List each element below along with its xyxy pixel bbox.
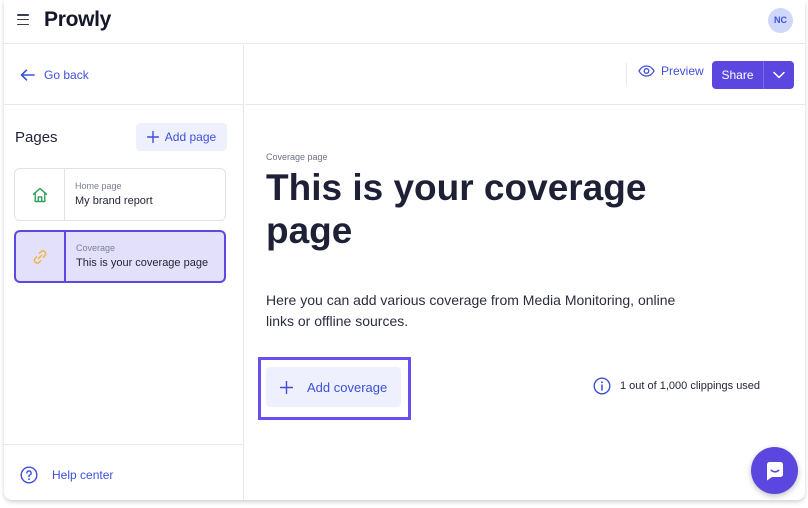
arrow-left-icon <box>20 69 35 81</box>
app-window: Prowly NC Go back Pages Add page Home pa… <box>4 0 805 500</box>
add-page-button[interactable]: Add page <box>136 123 227 151</box>
question-circle-icon <box>20 466 38 484</box>
user-avatar[interactable]: NC <box>768 8 793 33</box>
add-coverage-label: Add coverage <box>307 379 388 395</box>
page-kind: Coverage <box>76 243 116 253</box>
main-header: Preview Share <box>245 45 805 105</box>
chat-bubble-icon <box>766 461 783 480</box>
hamburger-menu-icon[interactable] <box>17 14 29 26</box>
divider <box>4 104 244 105</box>
clippings-usage: 1 out of 1,000 clippings used <box>593 377 760 395</box>
page-name: My brand report <box>75 195 153 207</box>
share-button-group: Share <box>712 61 794 89</box>
eye-icon <box>638 65 655 77</box>
info-icon[interactable] <box>593 377 611 395</box>
app-logo[interactable]: Prowly <box>44 8 111 32</box>
plus-icon <box>146 131 159 143</box>
home-icon <box>32 187 47 202</box>
preview-button[interactable]: Preview <box>638 64 704 78</box>
share-button[interactable]: Share <box>712 68 763 82</box>
sidebar: Go back Pages Add page Home page My bran… <box>4 45 244 500</box>
page-kind: Home page <box>75 181 122 191</box>
page-card-coverage[interactable]: Coverage This is your coverage page <box>14 230 226 283</box>
page-name: This is your coverage page <box>76 257 209 269</box>
page-description: Here you can add various coverage from M… <box>266 292 676 329</box>
pages-heading: Pages <box>15 129 58 146</box>
divider <box>626 63 627 85</box>
chat-support-button[interactable] <box>751 447 798 494</box>
top-bar: Prowly NC <box>4 0 805 44</box>
add-coverage-button[interactable]: Add coverage <box>266 367 401 407</box>
plus-icon <box>280 380 293 394</box>
preview-label: Preview <box>661 64 704 78</box>
share-dropdown-toggle[interactable] <box>764 71 794 79</box>
clippings-usage-text: 1 out of 1,000 clippings used <box>620 380 761 392</box>
help-center-link[interactable]: Help center <box>20 466 113 484</box>
link-icon <box>33 249 47 264</box>
add-page-label: Add page <box>164 130 217 144</box>
chevron-down-icon <box>773 71 785 79</box>
help-center-label: Help center <box>52 468 114 482</box>
page-title: This is your coverage page <box>266 167 647 251</box>
go-back-label: Go back <box>44 68 89 82</box>
go-back-link[interactable]: Go back <box>20 65 89 85</box>
page-card-home[interactable]: Home page My brand report <box>14 168 226 221</box>
divider <box>4 444 244 445</box>
page-type-label: Coverage page <box>266 152 328 162</box>
